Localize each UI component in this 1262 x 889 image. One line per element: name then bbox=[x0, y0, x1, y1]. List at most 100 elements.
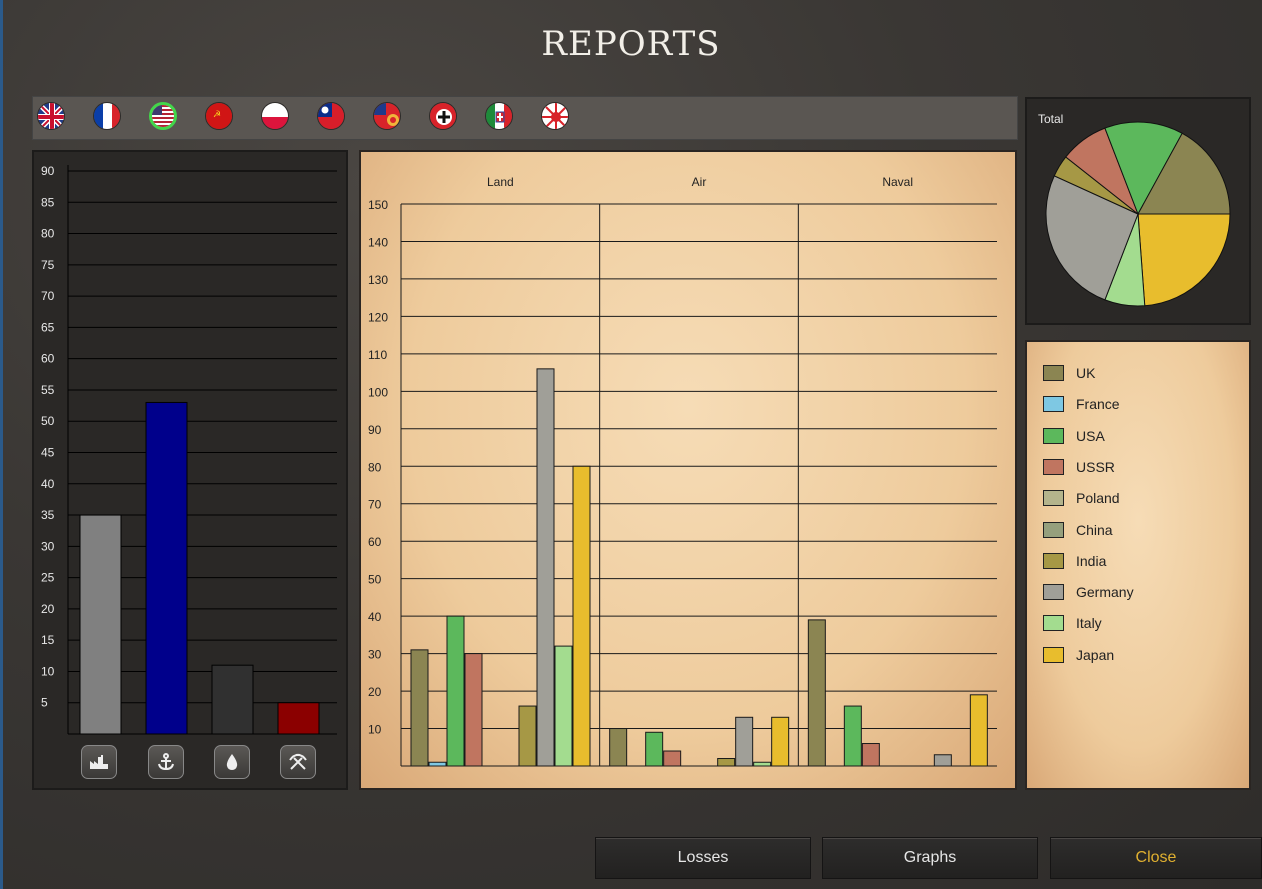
flag-ussr[interactable]: ☭ bbox=[205, 102, 233, 130]
y-tick-label: 140 bbox=[368, 235, 388, 249]
bar-usa bbox=[645, 731, 664, 767]
bar-uk bbox=[609, 728, 628, 767]
bar-usa bbox=[843, 705, 862, 767]
y-tick-label: 120 bbox=[368, 310, 388, 324]
oil-button[interactable] bbox=[214, 745, 250, 779]
bar-ussr bbox=[861, 743, 880, 767]
losses-button[interactable]: Losses bbox=[595, 837, 811, 879]
legend-label: USSR bbox=[1076, 458, 1115, 475]
legend-label: France bbox=[1076, 396, 1120, 413]
flag-france[interactable] bbox=[93, 102, 121, 130]
mining-icon bbox=[289, 753, 307, 770]
y-tick-label: 90 bbox=[368, 423, 382, 437]
legend-label: Italy bbox=[1076, 615, 1102, 632]
country-flag-bar: ☭ bbox=[32, 96, 1018, 140]
naval-button[interactable] bbox=[148, 745, 184, 779]
y-tick-label: 20 bbox=[368, 685, 382, 699]
y-tick-label: 110 bbox=[368, 348, 387, 362]
y-tick-label: 10 bbox=[41, 664, 55, 678]
legend-label: Germany bbox=[1076, 584, 1134, 601]
anchor-icon bbox=[158, 753, 174, 771]
bar-japan bbox=[771, 716, 790, 767]
resource-bar bbox=[145, 401, 188, 735]
y-tick-label: 30 bbox=[41, 539, 55, 553]
legend-label: Poland bbox=[1076, 490, 1120, 507]
legend-item: Japan bbox=[1043, 645, 1114, 665]
flag-uk[interactable] bbox=[37, 102, 65, 130]
factory-button[interactable] bbox=[81, 745, 117, 779]
y-tick-label: 150 bbox=[368, 198, 388, 212]
y-tick-label: 10 bbox=[368, 723, 382, 737]
y-tick-label: 25 bbox=[41, 571, 55, 585]
legend-label: China bbox=[1076, 521, 1113, 538]
y-tick-label: 75 bbox=[41, 258, 55, 272]
mining-button[interactable] bbox=[280, 745, 316, 779]
resource-bar bbox=[211, 664, 254, 735]
y-tick-label: 40 bbox=[368, 610, 382, 624]
legend-label: USA bbox=[1076, 427, 1105, 444]
legend-item: India bbox=[1043, 551, 1106, 571]
bar-usa bbox=[446, 615, 465, 767]
pie-slice-japan bbox=[1137, 213, 1231, 307]
bar-uk bbox=[807, 619, 826, 767]
bar-france bbox=[428, 761, 447, 767]
flag-italy[interactable] bbox=[485, 102, 513, 130]
legend-item: France bbox=[1043, 394, 1120, 414]
legend-swatch bbox=[1043, 490, 1064, 507]
flag-india[interactable] bbox=[373, 102, 401, 130]
category-label: Air bbox=[692, 175, 707, 189]
y-tick-label: 50 bbox=[368, 573, 382, 587]
bar-japan bbox=[969, 694, 988, 767]
legend-swatch bbox=[1043, 552, 1064, 569]
flag-poland[interactable] bbox=[261, 102, 289, 130]
bar-japan bbox=[572, 465, 591, 767]
bar-uk bbox=[410, 649, 429, 767]
resource-bar bbox=[79, 514, 122, 735]
y-tick-label: 85 bbox=[41, 195, 55, 209]
losses-bar-chart: 150 140 130 120 110 100 90 80 70 60 50 40 30 20 10 Land… bbox=[368, 175, 997, 767]
flag-china[interactable] bbox=[317, 102, 345, 130]
y-tick-label: 15 bbox=[41, 633, 55, 647]
y-tick-label: 40 bbox=[41, 477, 55, 491]
graphs-button[interactable]: Graphs bbox=[822, 837, 1038, 879]
legend-item: UK bbox=[1043, 363, 1095, 383]
y-tick-label: 70 bbox=[368, 498, 382, 512]
flag-japan[interactable] bbox=[541, 102, 569, 130]
y-tick-label: 70 bbox=[41, 289, 55, 303]
bar-india bbox=[518, 705, 537, 767]
y-tick-label: 50 bbox=[41, 414, 55, 428]
bar-germany bbox=[536, 368, 555, 767]
category-label: Land bbox=[487, 175, 514, 189]
bar-ussr bbox=[663, 750, 682, 767]
y-tick-label: 80 bbox=[41, 227, 55, 241]
close-button[interactable]: Close bbox=[1050, 837, 1262, 879]
total-pie-panel: Total bbox=[1025, 97, 1251, 325]
y-tick-label: 20 bbox=[41, 602, 55, 616]
category-label: Naval bbox=[882, 175, 913, 189]
flag-germany[interactable] bbox=[429, 102, 457, 130]
legend-swatch bbox=[1043, 458, 1064, 475]
y-tick-label: 30 bbox=[368, 648, 382, 662]
bar-india bbox=[717, 758, 736, 767]
pie-title: Total bbox=[1038, 112, 1063, 126]
legend-panel: UK France USA USSR Poland China India Germany It… bbox=[1025, 340, 1251, 790]
legend-item: Italy bbox=[1043, 613, 1102, 633]
legend-swatch bbox=[1043, 584, 1064, 601]
factory-icon bbox=[90, 755, 108, 769]
legend-item: China bbox=[1043, 520, 1113, 540]
bar-italy bbox=[753, 761, 772, 767]
legend-swatch bbox=[1043, 365, 1064, 381]
window-edge bbox=[0, 0, 3, 889]
y-tick-label: 55 bbox=[41, 383, 55, 397]
flag-usa[interactable] bbox=[149, 102, 177, 130]
legend-item: USSR bbox=[1043, 457, 1115, 477]
resource-bar-chart: 90 85 80 75 70 65 60 55 50 45 40 35 30 25 20 15 10 5 bbox=[41, 164, 337, 735]
bar-germany bbox=[933, 754, 952, 767]
losses-chart-panel: 150 140 130 120 110 100 90 80 70 60 50 40 30 20 10 Land… bbox=[359, 150, 1017, 790]
legend-swatch bbox=[1043, 615, 1064, 632]
legend-swatch bbox=[1043, 396, 1064, 413]
y-tick-label: 60 bbox=[41, 352, 55, 366]
resource-bar bbox=[277, 702, 320, 735]
y-tick-label: 65 bbox=[41, 320, 55, 334]
legend-item: Poland bbox=[1043, 488, 1120, 508]
